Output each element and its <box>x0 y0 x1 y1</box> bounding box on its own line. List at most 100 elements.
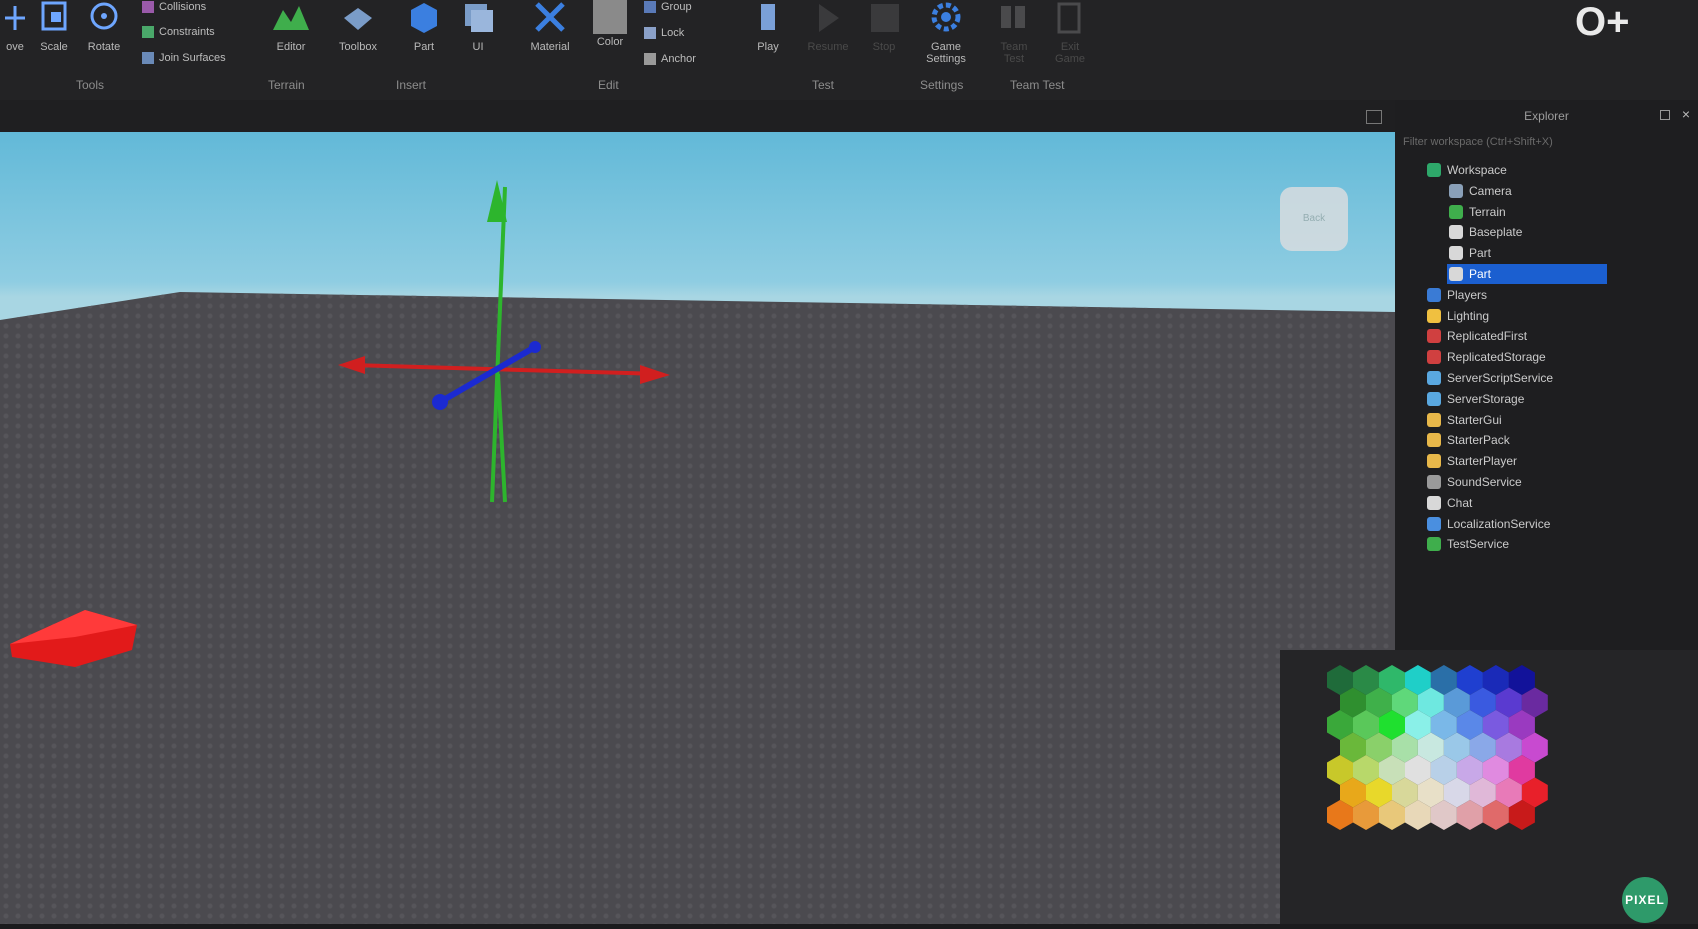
part-label: Part <box>413 41 435 53</box>
material-button[interactable]: Material <box>522 0 578 53</box>
constraints-toggle[interactable]: Constraints <box>142 26 215 38</box>
part-icon <box>411 3 437 33</box>
color-label: Color <box>596 36 624 48</box>
starterplayer-icon <box>1427 454 1441 469</box>
play-character-icon <box>761 4 775 30</box>
group-team-test: Team Test <box>1010 78 1065 92</box>
3d-viewport[interactable]: Back <box>0 132 1395 924</box>
explorer-item-label: TestService <box>1447 537 1510 552</box>
stop-icon <box>871 4 899 32</box>
constraints-icon <box>142 26 154 38</box>
explorer-item-players[interactable]: Players <box>1425 285 1487 305</box>
scale-label: Scale <box>40 41 68 53</box>
explorer-item-label: Chat <box>1447 495 1473 510</box>
group-button[interactable]: Group <box>644 1 692 13</box>
group-settings: Settings <box>920 78 964 92</box>
anchor-label: Anchor <box>661 53 696 65</box>
explorer-item-label: StarterPack <box>1447 433 1510 448</box>
scale-icon <box>41 1 67 31</box>
explorer-item-terrain[interactable]: Terrain <box>1447 202 1506 222</box>
replicatedstorage-icon <box>1427 350 1441 365</box>
group-test: Test <box>812 78 835 92</box>
explorer-item-workspace[interactable]: Workspace <box>1425 160 1507 180</box>
move-icon <box>5 6 25 30</box>
group-edit: Edit <box>598 78 619 92</box>
explorer-item-lighting[interactable]: Lighting <box>1425 306 1489 326</box>
starterpack-icon <box>1427 433 1441 448</box>
undock-icon[interactable] <box>1660 110 1670 120</box>
collisions-label: Collisions <box>159 1 207 13</box>
anchor-button[interactable]: Anchor <box>644 53 696 65</box>
explorer-title: Explorer <box>1524 109 1569 123</box>
lighting-icon <box>1427 308 1441 323</box>
play-label: Play <box>757 41 779 53</box>
explorer-filter-input[interactable]: Filter workspace (Ctrl+Shift+X) <box>1403 136 1688 154</box>
close-icon[interactable]: × <box>1682 106 1690 122</box>
rotate-icon <box>90 2 118 30</box>
material-icon <box>535 2 565 32</box>
explorer-item-label: Part <box>1469 246 1492 261</box>
explorer-item-replicatedstorage[interactable]: ReplicatedStorage <box>1425 347 1546 367</box>
x-axis-handle-left <box>338 356 365 374</box>
anchor-icon <box>644 53 656 65</box>
explorer-item-serverstorage[interactable]: ServerStorage <box>1425 389 1524 409</box>
explorer-item-label: Camera <box>1469 183 1512 198</box>
explorer-panel: Explorer × Filter workspace (Ctrl+Shift+… <box>1395 100 1698 650</box>
toolbox-button[interactable]: Toolbox <box>332 0 384 53</box>
explorer-item-baseplate[interactable]: Baseplate <box>1447 222 1522 242</box>
explorer-item-startergui[interactable]: StarterGui <box>1425 410 1502 430</box>
chat-icon <box>1427 495 1441 510</box>
color-button[interactable]: Color <box>590 0 630 48</box>
collisions-icon <box>142 1 154 13</box>
explorer-item-part[interactable]: Part <box>1447 264 1607 284</box>
explorer-item-starterplayer[interactable]: StarterPlayer <box>1425 451 1517 471</box>
move-label: ove <box>6 41 24 53</box>
exit-game-button[interactable]: Exit Game <box>1050 0 1090 65</box>
rotate-tool[interactable]: Rotate <box>82 0 126 53</box>
terrain-editor-button[interactable]: Editor <box>268 0 314 53</box>
part-icon <box>1449 246 1463 261</box>
lock-label: Lock <box>661 27 685 39</box>
explorer-item-soundservice[interactable]: SoundService <box>1425 472 1522 492</box>
join-surfaces-icon <box>142 52 154 64</box>
constraints-label: Constraints <box>159 26 215 38</box>
top-logo: O+ <box>1575 0 1630 44</box>
explorer-item-serverscriptservice[interactable]: ServerScriptService <box>1425 368 1553 388</box>
explorer-item-replicatedfirst[interactable]: ReplicatedFirst <box>1425 326 1527 346</box>
stop-label: Stop <box>872 41 896 53</box>
players-icon <box>1427 287 1441 302</box>
explorer-item-label: ServerScriptService <box>1447 371 1554 385</box>
game-settings-button[interactable]: Game Settings <box>918 0 974 65</box>
view-cube[interactable]: Back <box>1280 187 1348 251</box>
ribbon-toolbar: ove Scale Rotate Collisions Constraints … <box>0 0 1698 100</box>
team-test-button[interactable]: Team Test <box>994 0 1034 65</box>
move-gizmo[interactable] <box>0 132 1395 924</box>
join-surfaces-label: Join Surfaces <box>159 52 226 64</box>
collisions-toggle[interactable]: Collisions <box>142 1 206 13</box>
baseplate-icon <box>1449 225 1463 240</box>
move-tool[interactable]: ove <box>0 0 30 53</box>
pixel-watermark: PIXEL <box>1622 877 1668 923</box>
explorer-item-testservice[interactable]: TestService <box>1425 534 1509 554</box>
explorer-item-starterpack[interactable]: StarterPack <box>1425 430 1510 450</box>
resume-button[interactable]: Resume <box>800 0 856 53</box>
explorer-item-part[interactable]: Part <box>1447 243 1491 263</box>
stop-button[interactable]: Stop <box>864 0 904 53</box>
join-surfaces-toggle[interactable]: Join Surfaces <box>142 52 226 64</box>
explorer-item-label: Baseplate <box>1469 225 1523 240</box>
explorer-item-localizationservice[interactable]: LocalizationService <box>1425 514 1550 534</box>
play-button[interactable]: Play <box>748 0 788 53</box>
exit-game-label: Exit Game <box>1055 41 1085 65</box>
explorer-item-camera[interactable]: Camera <box>1447 181 1512 201</box>
scale-tool[interactable]: Scale <box>36 0 72 53</box>
insert-part-button[interactable]: Part <box>404 0 444 53</box>
soundservice-icon <box>1427 475 1441 489</box>
panel-toggle-icon[interactable] <box>1366 110 1382 124</box>
insert-ui-button[interactable]: UI <box>458 0 498 53</box>
replicatedfirst-icon <box>1427 329 1441 344</box>
group-tools: Tools <box>76 78 105 92</box>
explorer-item-label: ReplicatedFirst <box>1447 329 1528 344</box>
explorer-item-label: StarterPlayer <box>1447 454 1518 469</box>
explorer-item-chat[interactable]: Chat <box>1425 493 1472 513</box>
lock-button[interactable]: Lock <box>644 27 684 39</box>
